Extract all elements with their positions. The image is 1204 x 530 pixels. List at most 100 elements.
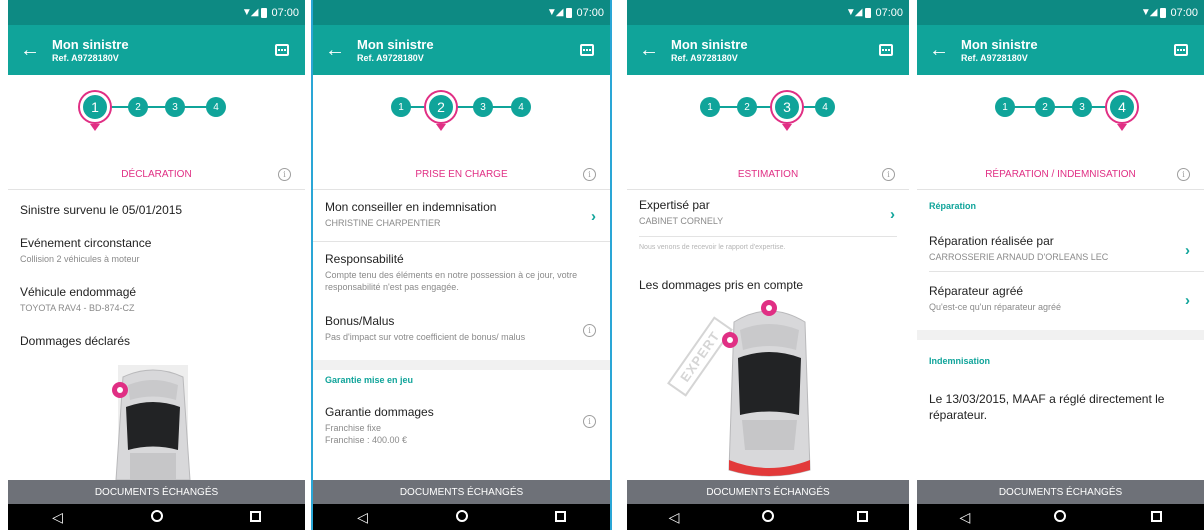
section-title: RÉPARATION / INDEMNISATION i xyxy=(917,160,1204,190)
step-1[interactable]: 1 xyxy=(995,97,1015,117)
info-icon[interactable]: i xyxy=(882,168,895,181)
repair-label: Réparation xyxy=(929,201,977,211)
status-time: 07:00 xyxy=(271,6,299,19)
step-4[interactable]: 4 xyxy=(1107,92,1137,122)
stepper: 1 2 3 4 xyxy=(313,82,610,140)
step-pin-icon xyxy=(436,124,446,131)
section-title: DÉCLARATION i xyxy=(8,160,305,190)
step-2[interactable]: 2 xyxy=(1035,97,1055,117)
nav-back-icon[interactable]: ◁ xyxy=(659,510,689,524)
battery-icon xyxy=(1160,7,1167,18)
list-item-repairer[interactable]: Réparation réalisée par CARROSSERIE ARNA… xyxy=(929,234,1192,263)
nav-recents-icon[interactable] xyxy=(847,510,877,524)
nav-home-icon[interactable] xyxy=(447,510,477,524)
status-time: 07:00 xyxy=(576,6,604,19)
app-title: Mon sinistre xyxy=(671,37,748,52)
nav-bar: ◁ xyxy=(917,504,1204,530)
documents-button[interactable]: DOCUMENTS ÉCHANGÉS xyxy=(627,480,909,504)
nav-home-icon[interactable] xyxy=(142,510,172,524)
signal-icon: ▼◢ xyxy=(1140,7,1158,18)
status-time: 07:00 xyxy=(1170,6,1198,19)
info-icon[interactable]: i xyxy=(278,168,291,181)
app-bar: ← Mon sinistre Ref. A9728180V xyxy=(313,25,610,75)
documents-button[interactable]: DOCUMENTS ÉCHANGÉS xyxy=(8,480,305,504)
nav-back-icon[interactable]: ◁ xyxy=(950,510,980,524)
step-pin-icon xyxy=(1117,124,1127,131)
step-2[interactable]: 2 xyxy=(737,97,757,117)
nav-recents-icon[interactable] xyxy=(1141,510,1171,524)
step-4[interactable]: 4 xyxy=(815,97,835,117)
chevron-right-icon: › xyxy=(1185,292,1190,309)
list-item-damages: Les dommages pris en compte xyxy=(639,278,804,292)
app-bar: ← Mon sinistre Ref. A9728180V xyxy=(627,25,909,75)
step-4[interactable]: 4 xyxy=(511,97,531,117)
app-bar: ← Mon sinistre Ref. A9728180V xyxy=(8,25,305,75)
step-1[interactable]: 1 xyxy=(391,97,411,117)
app-ref: Ref. A9728180V xyxy=(671,53,738,63)
screen-prise-en-charge: ▼◢ 07:00 ← Mon sinistre Ref. A9728180V 1… xyxy=(311,0,612,530)
step-pin-icon xyxy=(90,124,100,131)
battery-icon xyxy=(261,7,268,18)
screen-estimation: ▼◢ 07:00 ← Mon sinistre Ref. A9728180V 1… xyxy=(627,0,909,530)
app-title: Mon sinistre xyxy=(961,37,1038,52)
chat-icon[interactable] xyxy=(275,44,289,56)
app-ref: Ref. A9728180V xyxy=(961,53,1028,63)
signal-icon: ▼◢ xyxy=(845,7,863,18)
nav-home-icon[interactable] xyxy=(753,510,783,524)
list-item-damages: Dommages déclarés xyxy=(20,334,131,348)
nav-back-icon[interactable]: ◁ xyxy=(348,510,378,524)
list-item-responsabilite: Responsabilité Compte tenu des éléments … xyxy=(325,252,578,292)
step-3[interactable]: 3 xyxy=(165,97,185,117)
stepper: 1 2 3 4 xyxy=(8,82,305,140)
info-icon[interactable]: i xyxy=(583,324,596,337)
step-3[interactable]: 3 xyxy=(473,97,493,117)
chat-icon[interactable] xyxy=(1174,44,1188,56)
list-item-expert[interactable]: Expertisé par CABINET CORNELY › xyxy=(639,198,897,227)
indemnisation-label: Indemnisation xyxy=(929,356,991,366)
car-diagram xyxy=(112,365,191,480)
nav-bar: ◁ xyxy=(313,504,610,530)
info-icon[interactable]: i xyxy=(583,415,596,428)
stepper: 1 2 3 4 xyxy=(627,82,909,140)
list-item-guarantee: Garantie dommages Franchise fixe Franchi… xyxy=(325,405,598,446)
nav-home-icon[interactable] xyxy=(1045,510,1075,524)
step-4[interactable]: 4 xyxy=(206,97,226,117)
step-3[interactable]: 3 xyxy=(1072,97,1092,117)
step-1[interactable]: 1 xyxy=(700,97,720,117)
battery-icon xyxy=(865,7,872,18)
list-item-date: Sinistre survenu le 05/01/2015 xyxy=(20,203,183,217)
signal-icon: ▼◢ xyxy=(241,7,259,18)
chevron-right-icon: › xyxy=(1185,242,1190,259)
nav-recents-icon[interactable] xyxy=(546,510,576,524)
back-arrow-icon[interactable]: ← xyxy=(8,40,52,60)
step-1[interactable]: 1 xyxy=(80,92,110,122)
screen-reparation: ▼◢ 07:00 ← Mon sinistre Ref. A9728180V 1… xyxy=(917,0,1204,530)
chat-icon[interactable] xyxy=(580,44,594,56)
info-icon[interactable]: i xyxy=(1177,168,1190,181)
list-item-advisor[interactable]: Mon conseiller en indemnisation CHRISTIN… xyxy=(325,200,598,229)
app-ref: Ref. A9728180V xyxy=(357,53,424,63)
nav-recents-icon[interactable] xyxy=(241,510,271,524)
section-title: PRISE EN CHARGE i xyxy=(313,160,610,190)
section-title: ESTIMATION i xyxy=(627,160,909,190)
info-icon[interactable]: i xyxy=(583,168,596,181)
nav-bar: ◁ xyxy=(8,504,305,530)
status-bar: ▼◢ 07:00 xyxy=(627,0,909,25)
step-pin-icon xyxy=(782,124,792,131)
step-2[interactable]: 2 xyxy=(426,92,456,122)
signal-icon: ▼◢ xyxy=(546,7,564,18)
status-time: 07:00 xyxy=(875,6,903,19)
nav-back-icon[interactable]: ◁ xyxy=(43,510,73,524)
back-arrow-icon[interactable]: ← xyxy=(313,40,357,60)
documents-button[interactable]: DOCUMENTS ÉCHANGÉS xyxy=(917,480,1204,504)
chat-icon[interactable] xyxy=(879,44,893,56)
back-arrow-icon[interactable]: ← xyxy=(627,40,671,60)
step-2[interactable]: 2 xyxy=(128,97,148,117)
documents-button[interactable]: DOCUMENTS ÉCHANGÉS xyxy=(313,480,610,504)
app-title: Mon sinistre xyxy=(52,37,129,52)
chevron-right-icon: › xyxy=(890,206,895,223)
list-item-approved-repairer[interactable]: Réparateur agréé Qu'est-ce qu'un réparat… xyxy=(929,284,1192,313)
back-arrow-icon[interactable]: ← xyxy=(917,40,961,60)
step-3[interactable]: 3 xyxy=(772,92,802,122)
screen-declaration: ▼◢ 07:00 ← Mon sinistre Ref. A9728180V 1… xyxy=(8,0,305,530)
